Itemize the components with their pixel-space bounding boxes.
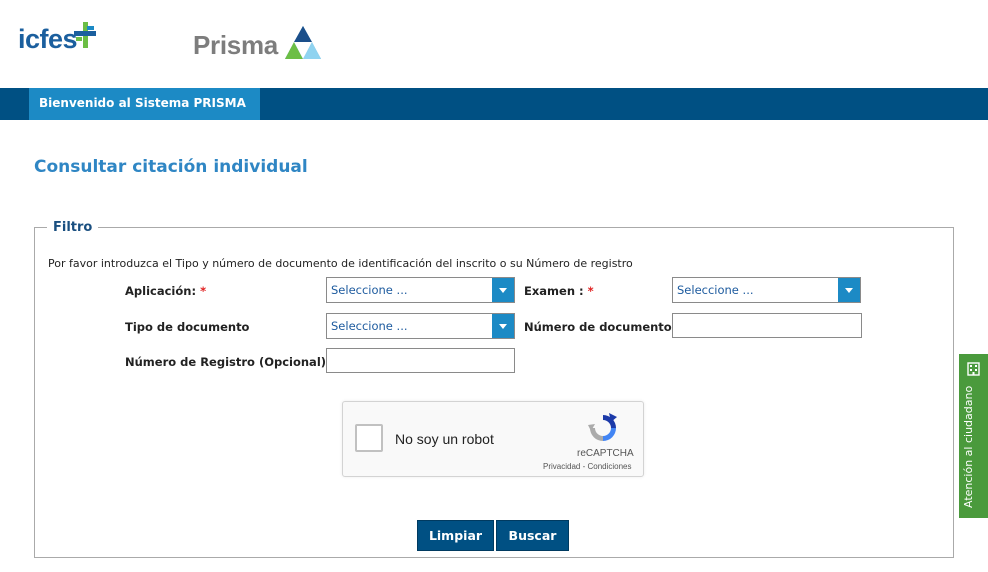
clear-button[interactable]: Limpiar: [417, 520, 494, 551]
aplicacion-select-value: Seleccione ...: [331, 283, 408, 297]
chevron-down-icon[interactable]: [492, 278, 514, 302]
filter-legend: Filtro: [53, 220, 93, 235]
recaptcha-widget: No soy un robot reCAPTCHA Privacidad - C…: [342, 401, 644, 477]
prisma-logo-text: Prisma: [193, 30, 278, 60]
recaptcha-links[interactable]: Privacidad - Condiciones: [543, 462, 632, 471]
recaptcha-checkbox[interactable]: [355, 424, 383, 452]
tipo-documento-select-value: Seleccione ...: [331, 319, 408, 333]
aplicacion-required-mark: *: [200, 284, 207, 298]
citizen-service-label: Atención al ciudadano: [962, 385, 975, 508]
examen-select[interactable]: Seleccione ...: [672, 277, 861, 303]
numero-registro-label: Número de Registro (Opcional): [125, 355, 327, 369]
filter-instructions: Por favor introduzca el Tipo y número de…: [48, 257, 633, 270]
recaptcha-icon: [588, 413, 617, 441]
citizen-service-tab[interactable]: Atención al ciudadano: [959, 354, 988, 518]
aplicacion-label: Aplicación: *: [125, 284, 206, 298]
examen-label: Examen : *: [524, 284, 594, 298]
chevron-down-icon[interactable]: [838, 278, 860, 302]
prisma-logo[interactable]: Prisma: [193, 25, 322, 61]
tipo-documento-select[interactable]: Seleccione ...: [326, 313, 515, 339]
icfes-star-icon: [74, 22, 96, 48]
search-button[interactable]: Buscar: [496, 520, 569, 551]
filter-fieldset: Filtro: [34, 220, 954, 558]
prisma-triangle-icon: [284, 25, 321, 59]
building-icon: [967, 362, 980, 376]
numero-documento-input[interactable]: [672, 313, 862, 338]
numero-registro-input[interactable]: [326, 348, 515, 373]
header: icfes Prisma: [0, 0, 988, 88]
numero-documento-label: Número de documento: [524, 320, 672, 334]
recaptcha-brand: reCAPTCHA: [577, 448, 634, 459]
navbar: Bienvenido al Sistema PRISMA: [0, 88, 988, 120]
tipo-documento-label: Tipo de documento: [125, 320, 250, 334]
aplicacion-label-text: Aplicación:: [125, 284, 197, 298]
recaptcha-label: No soy un robot: [395, 431, 494, 447]
examen-select-value: Seleccione ...: [677, 283, 754, 297]
chevron-down-icon[interactable]: [492, 314, 514, 338]
examen-required-mark: *: [587, 284, 594, 298]
examen-label-text: Examen :: [524, 284, 584, 298]
nav-item-welcome[interactable]: Bienvenido al Sistema PRISMA: [29, 88, 260, 120]
icfes-logo[interactable]: icfes: [18, 22, 96, 55]
icfes-logo-text: icfes: [18, 24, 78, 54]
page-title: Consultar citación individual: [34, 157, 308, 177]
aplicacion-select[interactable]: Seleccione ...: [326, 277, 515, 303]
